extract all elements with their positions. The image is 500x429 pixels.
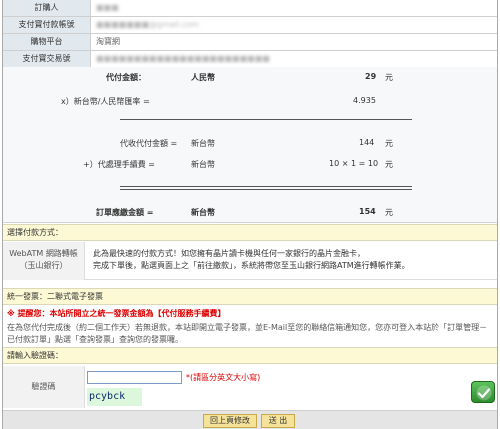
divider-line	[120, 119, 412, 120]
info-row-buyer: 訂購人 ■■■	[3, 0, 497, 17]
action-bar: 回上頁修改 送 出	[3, 410, 497, 429]
exchange-rate-value: 4.935	[353, 96, 376, 105]
payment-method-label: WebATM 網路轉帳 （玉山銀行）	[3, 242, 85, 280]
total-amount-value: 154	[359, 207, 376, 216]
platform-label: 購物平台	[3, 34, 91, 50]
converted-amount-label: 代收代付金額 =	[120, 139, 178, 148]
pay-currency: 人民幣	[191, 73, 215, 82]
captcha-section-title: 請輸入驗證碼：	[3, 347, 497, 364]
trade-no-label: 支付寶交易號	[3, 51, 91, 67]
service-fee-currency: 新台幣	[191, 160, 215, 169]
captcha-hint: *(請區分英文大小寫)	[186, 373, 261, 382]
total-amount-label: 訂單應繳金額 =	[96, 208, 154, 217]
check-icon	[476, 385, 492, 401]
buyer-label: 訂購人	[3, 0, 91, 16]
converted-amount-value: 144	[359, 138, 375, 147]
captcha-label: 驗證碼	[3, 366, 85, 408]
invoice-notice: 在為您代付完成後（約二個工作天）若無退款，本站即開立電子發票，並E-Mail至您…	[7, 323, 488, 344]
back-button[interactable]: 回上頁修改	[203, 414, 257, 428]
captcha-input[interactable]	[87, 371, 182, 384]
payment-method-bank: （玉山銀行）	[19, 261, 68, 270]
service-fee-calc: 10 × 1 = 10	[329, 159, 379, 168]
exchange-rate-label: x）新台幣/人民幣匯率 =	[61, 97, 150, 106]
platform-value: 淘寶網	[96, 37, 120, 46]
trade-no-value: ■■■■■■■■■■■■■■■■■■■■■■■	[96, 54, 270, 63]
amount-summary: 代付金額： 人民幣 29 元 x）新台幣/人民幣匯率 = 4.935 代收代付金…	[3, 67, 497, 223]
converted-currency: 新台幣	[191, 139, 215, 148]
payment-method-name: WebATM 網路轉帳	[9, 249, 78, 258]
invoice-warning: ※ 提醒您：本站所開立之統一發票金額為【代付服務手續費】	[7, 309, 226, 318]
payment-method-section-title: 選擇付款方式：	[3, 224, 497, 241]
total-currency: 新台幣	[191, 208, 215, 217]
info-row-trade-no: 支付寶交易號 ■■■■■■■■■■■■■■■■■■■■■■■	[3, 51, 497, 68]
alipay-account-label: 支付寶付款帳號	[3, 17, 91, 33]
payment-method-option[interactable]: WebATM 網路轉帳 （玉山銀行） 此為最快速的付款方式！如您擁有晶片讀卡機與…	[3, 242, 497, 280]
pay-amount-label: 代付金額：	[106, 73, 146, 82]
order-confirm-panel: 訂購人 ■■■ 支付寶付款帳號 ■■■■■■■@gmail.com 購物平台 淘…	[2, 0, 498, 429]
converted-amount-unit: 元	[385, 139, 393, 148]
submit-button[interactable]: 送 出	[261, 414, 295, 428]
pay-amount-value: 29	[365, 72, 377, 81]
info-row-alipay-account: 支付寶付款帳號 ■■■■■■■@gmail.com	[3, 17, 497, 34]
divider-line	[120, 189, 412, 190]
info-row-platform: 購物平台 淘寶網	[3, 34, 497, 51]
total-amount-unit: 元	[385, 208, 393, 217]
payment-desc-line1: 此為最快速的付款方式！如您擁有晶片讀卡機與任何一家銀行的晶片金融卡，	[93, 249, 365, 258]
divider-line	[120, 186, 412, 187]
order-info-table: 訂購人 ■■■ 支付寶付款帳號 ■■■■■■■@gmail.com 購物平台 淘…	[3, 0, 497, 68]
payment-method-description: 此為最快速的付款方式！如您擁有晶片讀卡機與任何一家銀行的晶片金融卡， 完成下單後…	[93, 248, 410, 272]
invoice-section-title: 統一發票：二聯式電子發票	[3, 288, 497, 305]
pay-amount-unit: 元	[385, 73, 393, 82]
service-fee-unit: 元	[385, 160, 393, 169]
captcha-row: 驗證碼 *(請區分英文大小寫) pcybck	[3, 366, 497, 408]
payment-desc-line2: 完成下單後，點選頁面上之「前往繳款」，系統將帶您至玉山銀行網路ATM進行轉帳作業…	[93, 261, 410, 270]
service-fee-label: +）代處理手續費 =	[83, 160, 155, 169]
captcha-image: pcybck	[87, 388, 142, 406]
shield-check-icon[interactable]	[471, 381, 495, 403]
alipay-account-value: ■■■■■■■@gmail.com	[96, 20, 199, 29]
buyer-value: ■■■	[96, 3, 119, 12]
